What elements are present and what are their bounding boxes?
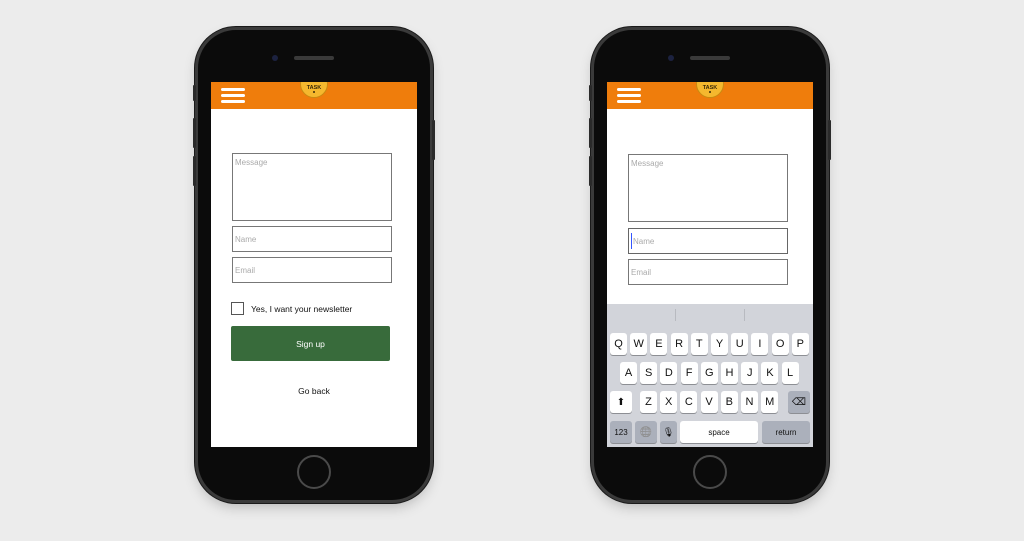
name-input[interactable]: Name <box>232 226 392 252</box>
numbers-key[interactable]: 123 <box>610 421 632 443</box>
task-logo[interactable]: TASK <box>696 82 724 98</box>
globe-key[interactable]: 🌐 <box>635 421 657 443</box>
suggestion-separator <box>675 309 676 321</box>
earpiece-speaker <box>690 56 730 60</box>
key-i[interactable]: I <box>751 333 769 355</box>
email-placeholder: Email <box>235 266 256 275</box>
screen-right: TASK Message Name Email QWERTYUIOP ASDFGH… <box>607 82 813 447</box>
newsletter-label[interactable]: Yes, I want your newsletter <box>251 304 352 314</box>
go-back-link[interactable]: Go back <box>211 386 417 396</box>
email-placeholder: Email <box>631 268 652 277</box>
hamburger-menu-icon[interactable] <box>221 88 245 104</box>
front-camera <box>272 55 278 61</box>
key-j[interactable]: J <box>741 362 759 384</box>
logo-text: TASK <box>702 85 718 91</box>
key-o[interactable]: O <box>771 333 789 355</box>
hamburger-menu-icon[interactable] <box>617 88 641 104</box>
text-caret <box>631 233 632 249</box>
volume-down-button <box>193 156 196 186</box>
home-button[interactable] <box>693 455 727 489</box>
menu-bar <box>221 88 245 91</box>
onscreen-keyboard: Q W E R T Y U I O P A S D F G H J K L ⬆ Z X C V B N M ⌫ 123 🌐 🎙 space re… <box>607 304 813 447</box>
menu-bar <box>221 100 245 103</box>
message-placeholder: Message <box>235 158 268 167</box>
microphone-icon: 🎙 <box>662 426 675 437</box>
newsletter-row: Yes, I want your newsletter <box>231 302 352 315</box>
key-a[interactable]: A <box>620 362 637 384</box>
key-v[interactable]: V <box>700 391 718 413</box>
key-g[interactable]: G <box>700 362 718 384</box>
mute-switch <box>589 85 592 101</box>
earpiece-speaker <box>294 56 334 60</box>
key-l[interactable]: L <box>781 362 799 384</box>
menu-bar <box>617 88 641 91</box>
logo-text: TASK <box>306 85 322 91</box>
app-header: TASK <box>607 82 813 109</box>
signup-button[interactable]: Sign up <box>231 326 390 361</box>
key-w[interactable]: W <box>630 333 648 355</box>
message-textarea[interactable]: Message <box>628 154 788 222</box>
key-u[interactable]: U <box>731 333 749 355</box>
key-t[interactable]: T <box>690 333 708 355</box>
menu-bar <box>617 100 641 103</box>
task-logo[interactable]: TASK <box>300 82 328 98</box>
power-button <box>432 120 435 160</box>
key-p[interactable]: P <box>791 333 809 355</box>
suggestion-separator <box>744 309 745 321</box>
home-button[interactable] <box>297 455 331 489</box>
key-q[interactable]: Q <box>610 333 627 355</box>
key-m[interactable]: M <box>761 391 779 413</box>
return-key[interactable]: return <box>762 421 810 443</box>
email-input[interactable]: Email <box>232 257 392 283</box>
phone-right: TASK Message Name Email QWERTYUIOP ASDFGH… <box>589 30 831 500</box>
volume-up-button <box>193 118 196 148</box>
app-header: TASK <box>211 82 417 109</box>
key-n[interactable]: N <box>741 391 758 413</box>
key-f[interactable]: F <box>680 362 698 384</box>
backspace-icon: ⌫ <box>791 396 807 408</box>
volume-up-button <box>589 118 592 148</box>
power-button <box>828 120 831 160</box>
key-y[interactable]: Y <box>711 333 728 355</box>
suggestion-bar <box>607 304 813 326</box>
logo-dot <box>313 91 315 93</box>
key-x[interactable]: X <box>660 391 678 413</box>
logo-dot <box>709 91 711 93</box>
key-e[interactable]: E <box>650 333 668 355</box>
key-r[interactable]: R <box>670 333 688 355</box>
name-input[interactable]: Name <box>628 228 788 254</box>
key-k[interactable]: K <box>761 362 779 384</box>
name-placeholder: Name <box>235 235 257 244</box>
mute-switch <box>193 85 196 101</box>
menu-bar <box>617 94 641 97</box>
volume-down-button <box>589 156 592 186</box>
key-d[interactable]: D <box>660 362 678 384</box>
screen-left: TASK Message Name Email Yes, I want your… <box>211 82 417 447</box>
key-z[interactable]: Z <box>640 391 657 413</box>
shift-key[interactable]: ⬆ <box>610 391 632 413</box>
message-textarea[interactable]: Message <box>232 153 392 221</box>
microphone-key[interactable]: 🎙 <box>660 421 677 443</box>
email-input[interactable]: Email <box>628 259 788 285</box>
key-h[interactable]: H <box>721 362 738 384</box>
globe-icon: 🌐 <box>639 426 653 438</box>
key-s[interactable]: S <box>640 362 658 384</box>
shift-icon: ⬆ <box>616 396 626 408</box>
name-placeholder: Name <box>633 237 655 246</box>
front-camera <box>668 55 674 61</box>
space-key[interactable]: space <box>680 421 758 443</box>
key-c[interactable]: C <box>680 391 698 413</box>
key-b[interactable]: B <box>720 391 738 413</box>
message-placeholder: Message <box>631 159 664 168</box>
newsletter-checkbox[interactable] <box>231 302 244 315</box>
backspace-key[interactable]: ⌫ <box>788 391 810 413</box>
menu-bar <box>221 94 245 97</box>
phone-left: TASK Message Name Email Yes, I want your… <box>193 30 435 500</box>
